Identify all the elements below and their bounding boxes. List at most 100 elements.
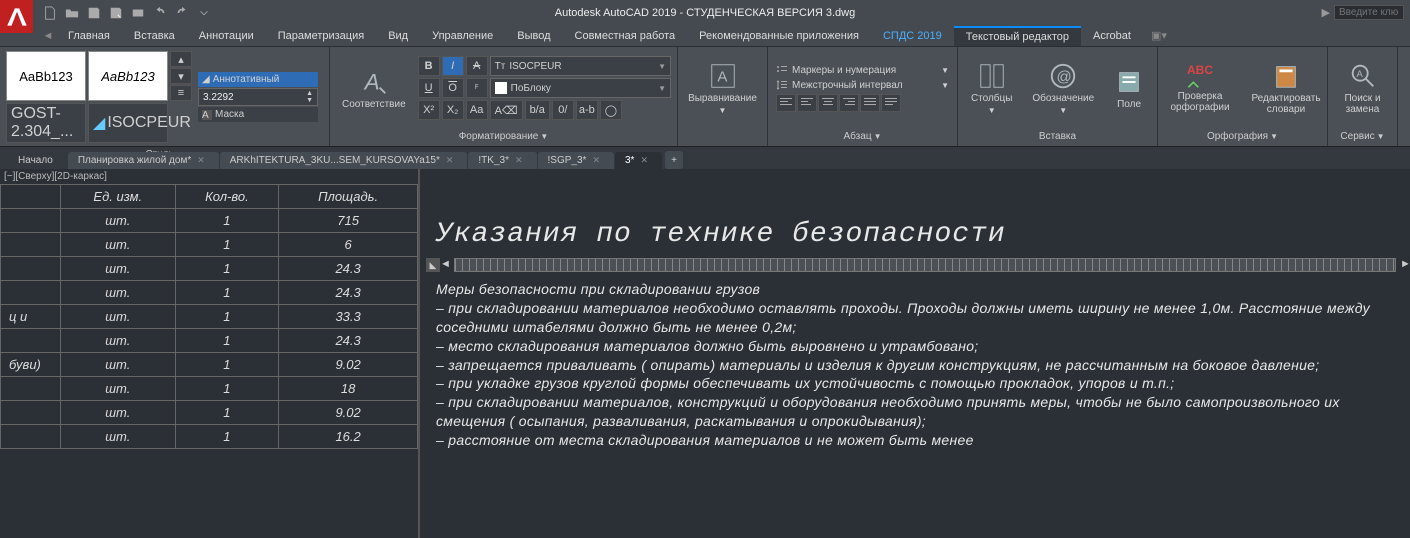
tab-output[interactable]: Вывод: [505, 27, 562, 45]
undo-icon[interactable]: [150, 3, 170, 23]
tab-view[interactable]: Вид: [376, 27, 420, 45]
case-button[interactable]: Aa: [466, 100, 488, 120]
tab-collaborate[interactable]: Совместная работа: [563, 27, 688, 45]
table-row: шт.116.2: [1, 425, 418, 449]
document-tab[interactable]: !SGP_3*✕: [538, 152, 614, 169]
close-tab-icon[interactable]: ✕: [197, 155, 205, 166]
strike-button[interactable]: A: [466, 56, 488, 76]
saveas-icon[interactable]: [106, 3, 126, 23]
field-button[interactable]: Поле: [1108, 65, 1150, 112]
justify-button[interactable]: A Выравнивание ▼: [682, 59, 763, 117]
oblique-button[interactable]: 0/: [552, 100, 574, 120]
document-tab[interactable]: Планировка жилой дом*✕: [68, 152, 219, 169]
qat-dropdown-icon[interactable]: [194, 3, 214, 23]
tab-start[interactable]: Начало: [8, 152, 67, 169]
text-style-swatch-2[interactable]: AaBb123: [88, 51, 168, 101]
tab-insert[interactable]: Вставка: [122, 27, 187, 45]
match-button[interactable]: A Соответствие: [336, 65, 412, 112]
tab-spds[interactable]: СПДС 2019: [871, 27, 954, 45]
superscript-button[interactable]: X²: [418, 100, 440, 120]
redo-icon[interactable]: [172, 3, 192, 23]
document-tab[interactable]: !TK_3*✕: [468, 152, 536, 169]
align-center-button[interactable]: [818, 94, 838, 112]
color-combo[interactable]: ПоБлоку▼: [490, 78, 671, 98]
document-line[interactable]: Меры безопасности при складировании груз…: [436, 280, 1400, 299]
width-factor-button[interactable]: ◯: [600, 100, 622, 120]
tab-featured[interactable]: Рекомендованные приложения: [687, 27, 871, 45]
line-spacing-button[interactable]: Межстрочный интервал▼: [774, 78, 951, 92]
align-left-button[interactable]: [797, 94, 817, 112]
style-scroll-up-icon[interactable]: ▴: [170, 51, 192, 67]
underline-button[interactable]: U: [418, 78, 440, 98]
style-expand-icon[interactable]: ≡: [170, 85, 192, 101]
pane-separator[interactable]: [418, 169, 420, 538]
clear-format-button[interactable]: A⌫: [490, 100, 523, 120]
spellcheck-button[interactable]: ABCПроверка орфографии: [1164, 61, 1236, 115]
document-tab-active[interactable]: 3*✕: [615, 152, 662, 169]
new-icon[interactable]: [40, 3, 60, 23]
dictionaries-button[interactable]: Редактировать словари: [1242, 59, 1330, 117]
new-tab-button[interactable]: +: [665, 151, 683, 169]
document-line[interactable]: – при складировании материалов необходим…: [436, 299, 1400, 337]
tab-acrobat[interactable]: Acrobat: [1081, 27, 1143, 45]
style-scroll-down-icon[interactable]: ▾: [170, 68, 192, 84]
tab-text-editor[interactable]: Текстовый редактор: [954, 26, 1081, 46]
search-arrow-icon[interactable]: ▶: [1322, 6, 1330, 19]
close-tab-icon[interactable]: ✕: [640, 155, 648, 166]
save-icon[interactable]: [84, 3, 104, 23]
table-row: шт.124.3: [1, 257, 418, 281]
ruler-right-arrow-icon[interactable]: ►: [1400, 258, 1410, 272]
overline-button[interactable]: O: [442, 78, 464, 98]
document-line[interactable]: – запрещается приваливать ( опирать) мат…: [436, 356, 1400, 375]
italic-button[interactable]: I: [442, 56, 464, 76]
open-icon[interactable]: [62, 3, 82, 23]
tab-parametric[interactable]: Параметризация: [266, 27, 376, 45]
document-line[interactable]: – расстояние от места складирования мате…: [436, 431, 1400, 450]
ruler-track[interactable]: [454, 258, 1396, 272]
document-tab[interactable]: ARKhITEKTURA_3KU...SEM_KURSOVAYa15*✕: [220, 152, 468, 169]
text-ruler[interactable]: ◣ ◄ ►: [426, 256, 1410, 274]
columns-button[interactable]: Столбцы▼: [965, 59, 1019, 117]
align-right-button[interactable]: [839, 94, 859, 112]
align-distribute-button[interactable]: [881, 94, 901, 112]
document-body[interactable]: Меры безопасности при складировании груз…: [426, 280, 1410, 450]
close-tab-icon[interactable]: ✕: [446, 155, 454, 166]
tab-annotations[interactable]: Аннотации: [187, 27, 266, 45]
close-tab-icon[interactable]: ✕: [592, 155, 600, 166]
app-logo[interactable]: [0, 0, 33, 33]
tracking-button[interactable]: a-b: [576, 100, 598, 120]
current-style-1[interactable]: GOST-2.304_...: [6, 103, 86, 143]
text-height-input[interactable]: ▲▼: [198, 88, 318, 106]
align-justify-button[interactable]: [860, 94, 880, 112]
close-tab-icon[interactable]: ✕: [515, 155, 523, 166]
bullets-button[interactable]: Маркеры и нумерация▼: [774, 63, 951, 77]
font-combo[interactable]: TтISOCPEUR▼: [490, 56, 671, 76]
viewport-controls[interactable]: [−][Сверху][2D-каркас]: [0, 169, 418, 184]
tab-manage[interactable]: Управление: [420, 27, 505, 45]
ruler-left-arrow-icon[interactable]: ◄: [440, 258, 450, 272]
document-line[interactable]: – при укладке грузов круглой формы обесп…: [436, 374, 1400, 393]
mask-toggle[interactable]: AМаска: [198, 107, 318, 122]
ruler-corner-icon[interactable]: ◣: [426, 258, 440, 272]
symbol-button[interactable]: @Обозначение▼: [1026, 59, 1100, 117]
font-char-button[interactable]: ꟳ: [466, 78, 488, 98]
help-search-input[interactable]: [1334, 5, 1404, 20]
bold-button[interactable]: B: [418, 56, 440, 76]
find-replace-button[interactable]: AПоиск и замена: [1332, 59, 1394, 117]
ribbon-options-icon[interactable]: ▣▾: [1151, 29, 1167, 42]
stack-button[interactable]: b/a: [525, 100, 550, 120]
text-style-swatch-1[interactable]: AaBb123: [6, 51, 86, 101]
current-style-2[interactable]: ◢ISOCPEUR: [88, 103, 168, 143]
text-editor-viewport[interactable]: Указания по технике безопасности ◣ ◄ ► М…: [418, 169, 1410, 538]
annotative-toggle[interactable]: ◢Аннотативный: [198, 72, 318, 87]
plot-icon[interactable]: [128, 3, 148, 23]
document-heading[interactable]: Указания по технике безопасности: [436, 219, 1410, 250]
scroll-left-icon[interactable]: ◄: [40, 30, 56, 42]
tab-home[interactable]: Главная: [56, 27, 122, 45]
align-default-button[interactable]: [776, 94, 796, 112]
drawing-viewport-left[interactable]: [−][Сверху][2D-каркас] Ед. изм. Кол-во. …: [0, 169, 418, 538]
subscript-button[interactable]: X₂: [442, 100, 464, 120]
document-line[interactable]: – при складировании материалов, конструк…: [436, 393, 1400, 431]
document-line[interactable]: – место складирования материалов должно …: [436, 337, 1400, 356]
cell-qty: 1: [175, 353, 279, 377]
